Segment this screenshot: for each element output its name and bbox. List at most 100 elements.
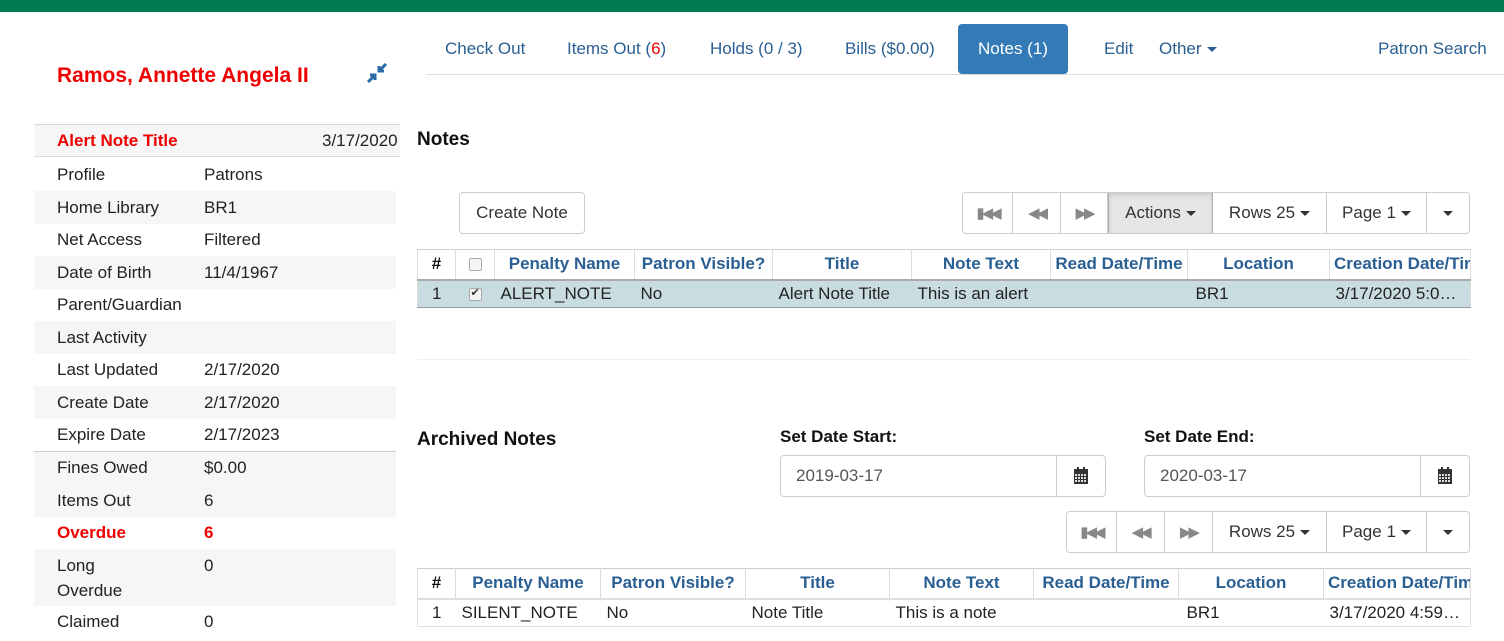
stat-value: 0: [204, 556, 214, 575]
tab-notes[interactable]: Notes (1): [958, 24, 1068, 74]
next-page-button[interactable]: ▶▶: [1165, 512, 1214, 552]
calendar-icon: [1074, 467, 1088, 484]
first-page-icon: ▮◀◀: [1080, 524, 1105, 541]
create-note-button[interactable]: Create Note: [459, 192, 585, 234]
stat-value: 6: [204, 491, 214, 510]
tab-edit[interactable]: Edit: [1090, 24, 1147, 74]
cell-select[interactable]: [455, 278, 495, 308]
row-checkbox[interactable]: [468, 286, 482, 301]
tab-bills[interactable]: Bills ($0.00): [831, 24, 949, 74]
next-page-button[interactable]: ▶▶: [1061, 193, 1108, 233]
actions-label: Actions: [1125, 203, 1181, 222]
tab-holds[interactable]: Holds (0 / 3): [696, 24, 817, 74]
section-divider: [417, 359, 1470, 360]
column-header-location[interactable]: Location: [1187, 249, 1330, 280]
cell-location: BR1: [1178, 597, 1324, 627]
date-start-input[interactable]: [781, 456, 1056, 496]
chevron-down-icon: [1400, 529, 1411, 535]
column-header-read-date[interactable]: Read Date/Time: [1050, 249, 1188, 280]
cell-read-date: [1050, 278, 1188, 308]
column-header-penalty-name[interactable]: Penalty Name: [455, 568, 601, 599]
alert-note-row[interactable]: Alert Note Title 3/17/2020: [34, 124, 400, 157]
date-start-calendar-button[interactable]: [1056, 456, 1105, 496]
tab-items-out-label: Items Out (: [567, 39, 652, 58]
first-page-icon: ▮◀◀: [976, 205, 1001, 222]
cell-title: Alert Note Title: [772, 278, 912, 308]
archived-header-row: # Penalty Name Patron Visible? Title Not…: [417, 568, 1471, 599]
field-value: Patrons: [204, 165, 263, 184]
field-profile: Profile Patrons: [34, 159, 396, 191]
column-header-number[interactable]: #: [417, 568, 456, 599]
column-header-title[interactable]: Title: [745, 568, 890, 599]
tab-patron-search[interactable]: Patron Search: [1364, 24, 1501, 74]
page-dropdown[interactable]: Page 1: [1327, 512, 1428, 552]
field-create-date: Create Date 2/17/2020: [34, 386, 396, 419]
stat-label: Items Out: [57, 491, 131, 510]
column-header-penalty-name[interactable]: Penalty Name: [494, 249, 635, 280]
alert-note-date: 3/17/2020: [322, 130, 398, 150]
cell-number: 1: [417, 597, 456, 627]
column-header-patron-visible[interactable]: Patron Visible?: [634, 249, 773, 280]
patron-nav-tabs: Check Out Items Out (6) Holds (0 / 3) Bi…: [426, 24, 1504, 75]
page-label: Page 1: [1342, 522, 1396, 541]
rows-per-page-dropdown[interactable]: Rows 25: [1213, 193, 1327, 233]
cell-location: BR1: [1187, 278, 1330, 308]
field-value: 11/4/1967: [204, 263, 279, 282]
cell-creation-date: 3/17/2020 4:59…: [1323, 597, 1471, 627]
chevron-down-icon: [1300, 529, 1311, 535]
page-dropdown[interactable]: Page 1: [1327, 193, 1427, 233]
column-header-note-text[interactable]: Note Text: [889, 568, 1034, 599]
cell-creation-date: 3/17/2020 5:0…: [1329, 278, 1471, 308]
cell-patron-visible: No: [634, 278, 773, 308]
date-end-calendar-button[interactable]: [1420, 456, 1469, 496]
cell-patron-visible: No: [600, 597, 746, 627]
column-options-dropdown[interactable]: [1427, 512, 1469, 552]
column-header-title[interactable]: Title: [772, 249, 912, 280]
tab-check-out[interactable]: Check Out: [431, 24, 539, 74]
field-label: Parent/Guardian: [57, 295, 182, 314]
field-label: Home Library: [57, 198, 160, 217]
next-page-icon: ▶▶: [1075, 205, 1095, 222]
next-page-icon: ▶▶: [1179, 524, 1200, 541]
column-header-creation-date[interactable]: Creation Date/Time: [1329, 249, 1471, 280]
prev-page-button[interactable]: ◀◀: [1117, 512, 1165, 552]
column-header-note-text[interactable]: Note Text: [911, 249, 1051, 280]
select-all-column[interactable]: [455, 249, 495, 280]
tab-items-out[interactable]: Items Out (6): [553, 24, 680, 74]
column-header-creation-date[interactable]: Creation Date/Time: [1323, 568, 1471, 599]
notes-header-row: # Penalty Name Patron Visible? Title Not…: [417, 249, 1471, 280]
stat-claimed: Claimed 0: [34, 606, 396, 638]
table-row[interactable]: 1 ALERT_NOTE No Alert Note Title This is…: [417, 278, 1471, 308]
first-page-button[interactable]: ▮◀◀: [963, 193, 1013, 233]
select-all-checkbox[interactable]: [468, 258, 482, 272]
column-header-patron-visible[interactable]: Patron Visible?: [600, 568, 746, 599]
field-label: Create Date: [57, 393, 149, 412]
first-page-button[interactable]: ▮◀◀: [1067, 512, 1117, 552]
chevron-down-icon: [1300, 210, 1311, 216]
stat-value: 0: [204, 612, 214, 631]
rows-label: Rows 25: [1228, 203, 1296, 222]
actions-dropdown[interactable]: Actions: [1108, 193, 1213, 233]
column-header-number[interactable]: #: [417, 249, 456, 280]
collapse-arrows-icon[interactable]: [366, 62, 388, 84]
field-net-access: Net Access Filtered: [34, 224, 396, 256]
column-header-location[interactable]: Location: [1178, 568, 1324, 599]
table-row[interactable]: 1 SILENT_NOTE No Note Title This is a no…: [417, 597, 1471, 627]
rows-per-page-dropdown[interactable]: Rows 25: [1213, 512, 1327, 552]
calendar-icon: [1438, 467, 1452, 484]
chevron-down-icon: [1185, 210, 1196, 216]
field-last-updated: Last Updated 2/17/2020: [34, 354, 396, 386]
stat-label: Overdue: [57, 523, 126, 542]
field-value: 2/17/2023: [204, 425, 280, 444]
rows-label: Rows 25: [1228, 522, 1296, 541]
date-start-field: [780, 455, 1106, 497]
column-options-dropdown[interactable]: [1427, 193, 1469, 233]
stat-value: 6: [204, 523, 214, 542]
tab-other[interactable]: Other: [1145, 24, 1231, 74]
prev-page-button[interactable]: ◀◀: [1013, 193, 1061, 233]
date-end-input[interactable]: [1145, 456, 1420, 496]
column-header-read-date[interactable]: Read Date/Time: [1033, 568, 1179, 599]
stat-label: Fines Owed: [57, 458, 148, 477]
field-value: 2/17/2020: [204, 393, 280, 412]
patron-summary: Alert Note Title 3/17/2020 Profile Patro…: [34, 124, 400, 638]
